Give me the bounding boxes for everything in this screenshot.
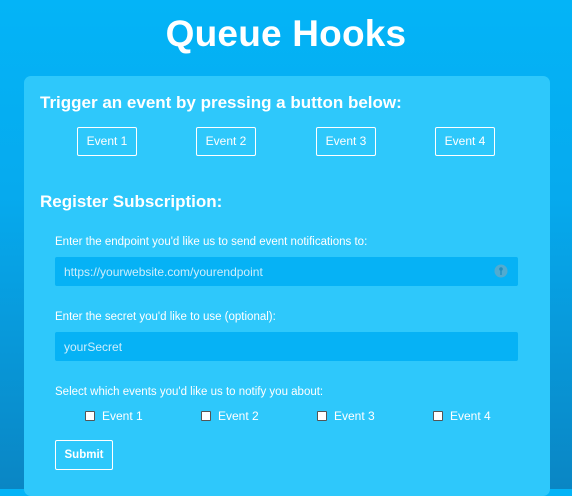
page-title: Queue Hooks — [165, 13, 407, 54]
event-1-checkbox-label: Event 1 — [102, 409, 143, 423]
event-4-checkbox[interactable] — [433, 411, 443, 421]
submit-button[interactable]: Submit — [55, 440, 113, 470]
secret-label: Enter the secret you'd like to use (opti… — [55, 311, 276, 323]
event-2-checkbox-label: Event 2 — [218, 409, 259, 423]
endpoint-input[interactable] — [55, 257, 518, 286]
event-4-checkbox-label: Event 4 — [450, 409, 491, 423]
event-2-checkbox[interactable] — [201, 411, 211, 421]
trigger-event-3-button[interactable]: Event 3 — [316, 127, 376, 156]
event-1-checkbox-option[interactable]: Event 1 — [85, 408, 143, 424]
event-3-checkbox-option[interactable]: Event 3 — [317, 408, 375, 424]
event-3-checkbox-label: Event 3 — [334, 409, 375, 423]
autofill-key-icon[interactable] — [494, 264, 508, 278]
main-card: Trigger an event by pressing a button be… — [24, 76, 550, 496]
events-label: Select which events you'd like us to not… — [55, 386, 324, 398]
register-heading: Register Subscription: — [40, 192, 223, 211]
endpoint-label: Enter the endpoint you'd like us to send… — [55, 236, 368, 248]
event-4-checkbox-option[interactable]: Event 4 — [433, 408, 491, 424]
trigger-heading: Trigger an event by pressing a button be… — [40, 93, 402, 112]
event-3-checkbox[interactable] — [317, 411, 327, 421]
trigger-event-1-button[interactable]: Event 1 — [77, 127, 137, 156]
secret-input[interactable] — [55, 332, 518, 361]
trigger-event-2-button[interactable]: Event 2 — [196, 127, 256, 156]
trigger-event-4-button[interactable]: Event 4 — [435, 127, 495, 156]
event-1-checkbox[interactable] — [85, 411, 95, 421]
event-2-checkbox-option[interactable]: Event 2 — [201, 408, 259, 424]
